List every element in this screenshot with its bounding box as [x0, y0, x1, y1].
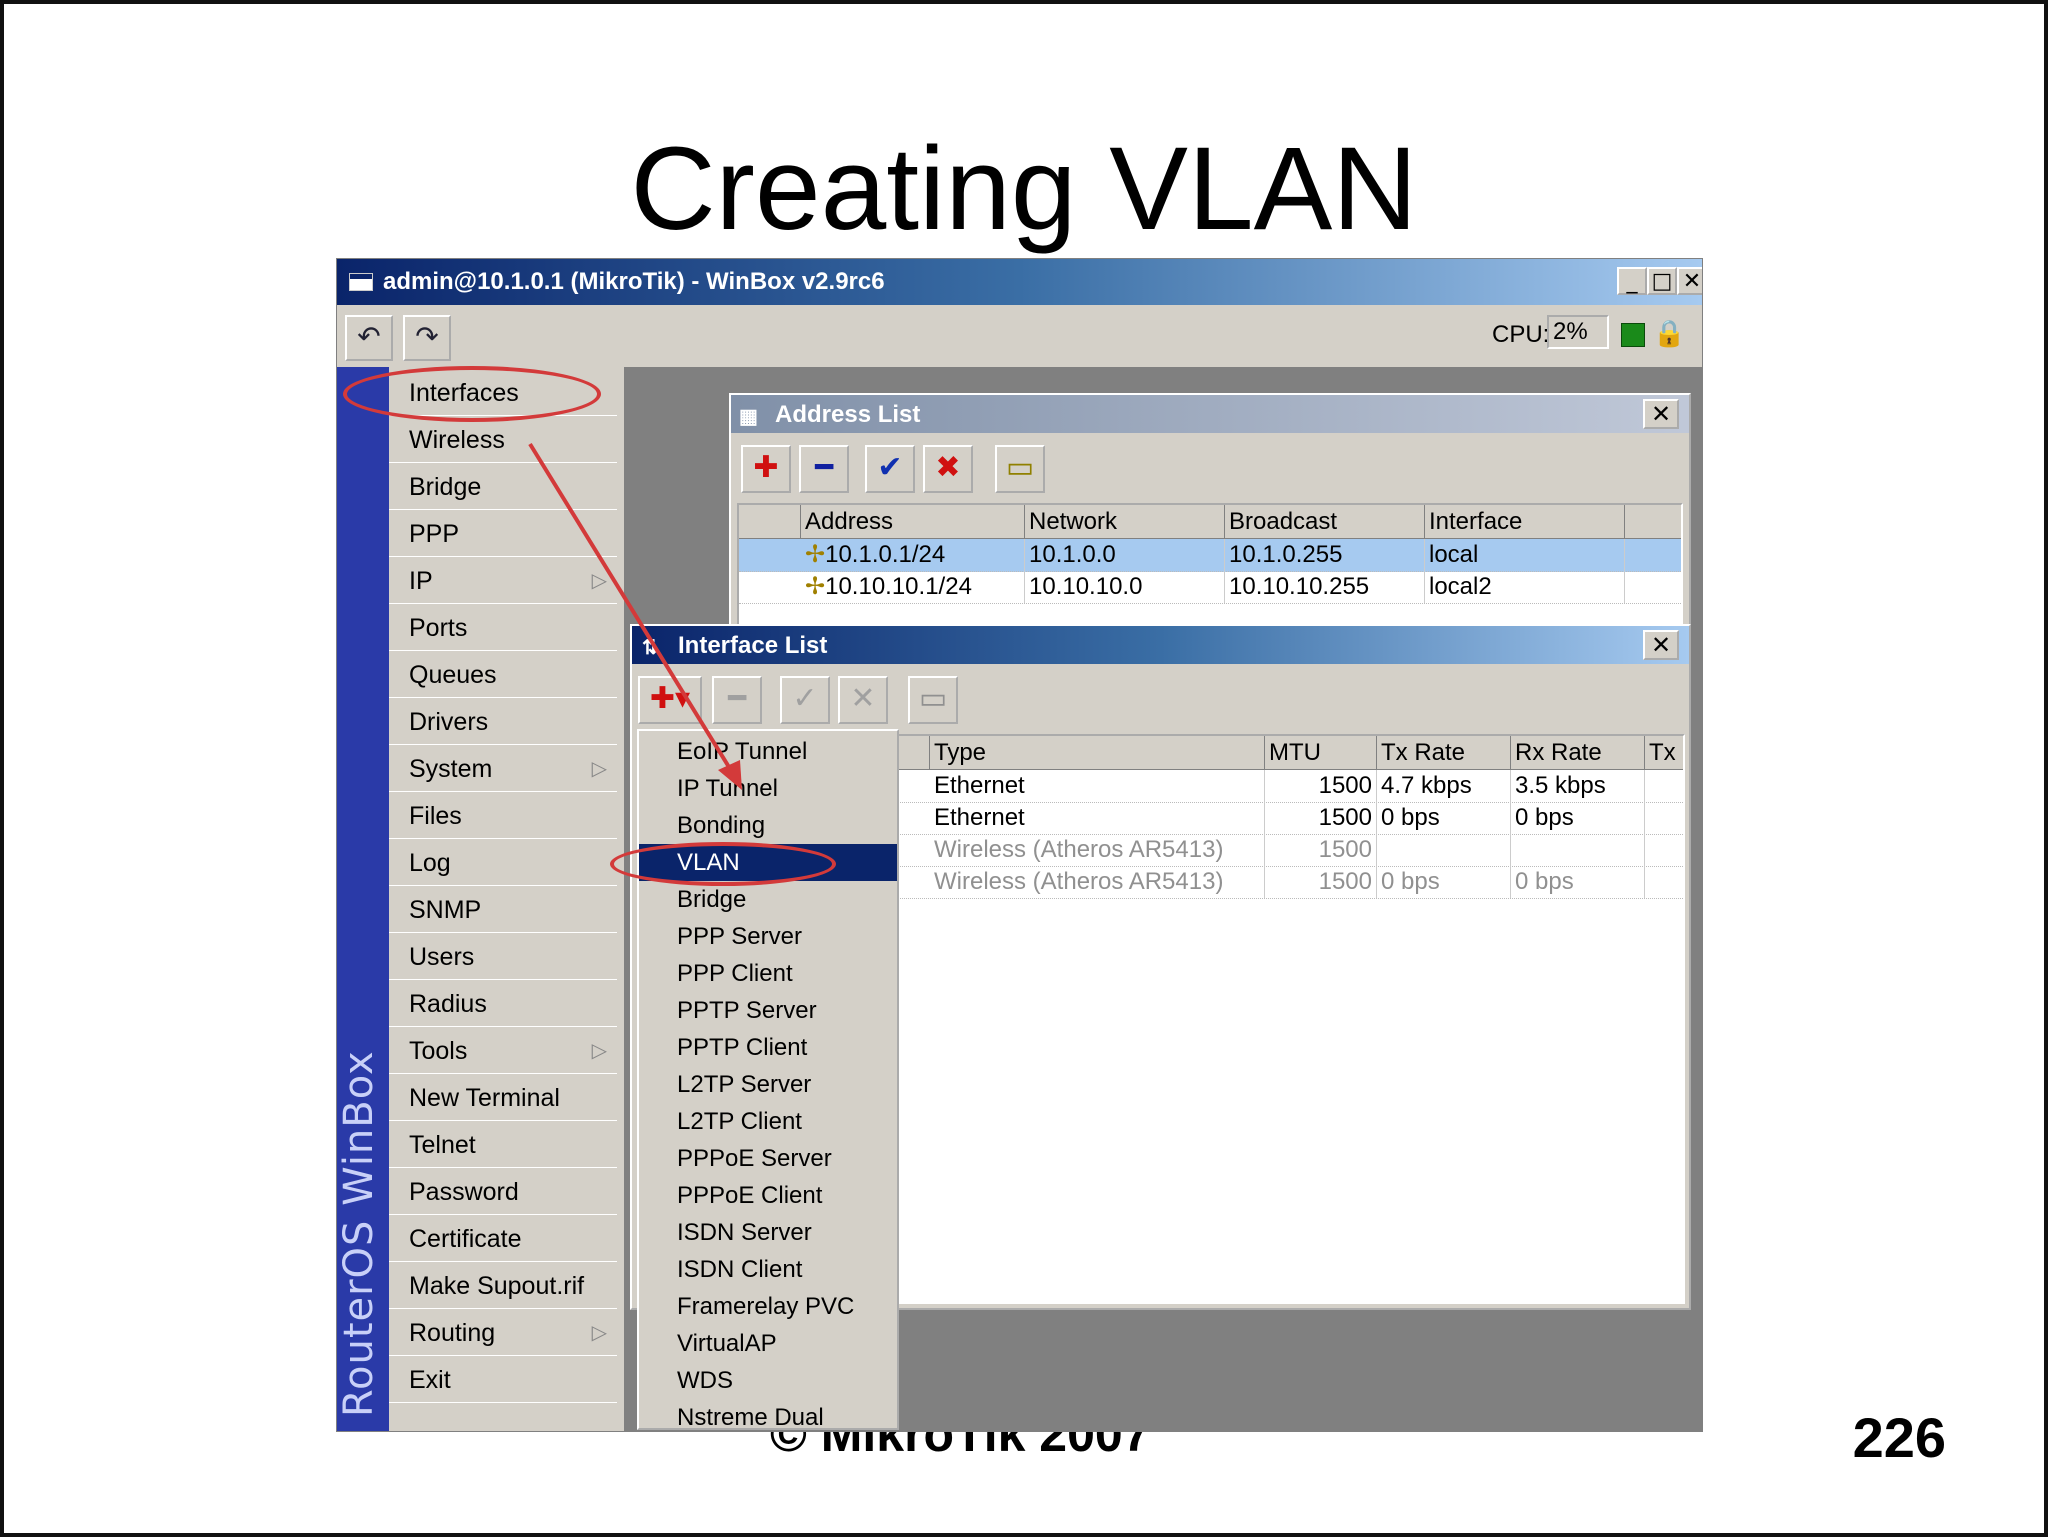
annotation-arrow: [528, 442, 742, 790]
